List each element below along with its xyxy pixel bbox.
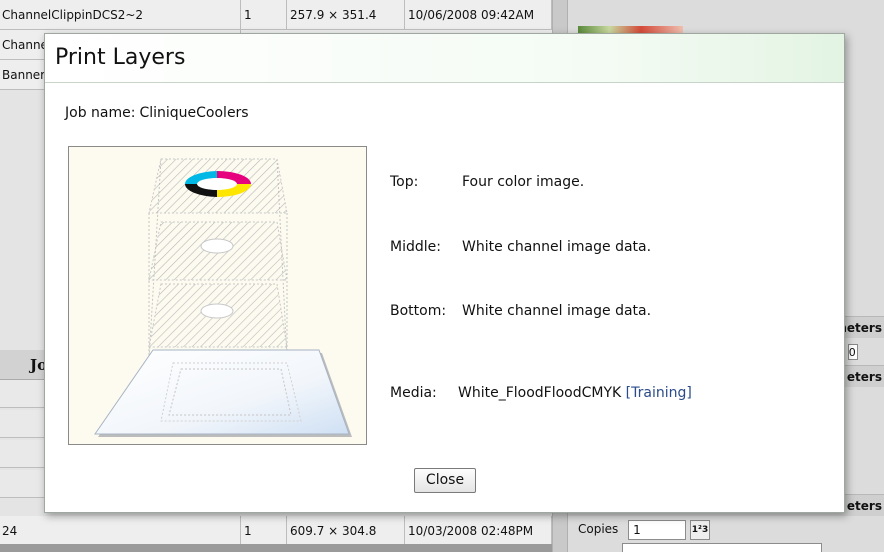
job-qty-cell: 1 <box>241 516 287 546</box>
job-size-cell: 257.9 × 351.4 <box>287 0 405 30</box>
table-row[interactable] <box>0 380 45 408</box>
horizontal-scrollbar[interactable] <box>0 544 552 552</box>
table-row[interactable] <box>0 440 45 468</box>
job-qty-cell: 1 <box>241 0 287 30</box>
123-sequence-icon[interactable]: 1²3 <box>689 519 710 540</box>
copies-input[interactable]: 1 <box>628 519 687 540</box>
job-size-cell: 609.7 × 304.8 <box>287 516 405 546</box>
middle-layer-info: Middle: White channel image data. <box>390 239 651 255</box>
print-layers-dialog: Print Layers Job name: CliniqueCoolers T… <box>44 33 845 513</box>
bottom-layer-value: White channel image data. <box>462 303 652 319</box>
job-name-cell: ChannelClippinDCS2~2 <box>0 0 241 30</box>
media-sheet <box>94 349 352 437</box>
job-name-label: Job name: <box>65 105 136 121</box>
bottom-layer-info: Bottom: White channel image data. <box>390 303 651 319</box>
bottom-layer-label: Bottom: <box>390 303 447 319</box>
vertical-input[interactable]: 0 <box>847 344 858 360</box>
dialog-title: Print Layers <box>55 45 186 70</box>
media-label: Media: <box>390 385 437 401</box>
media-info: Media: White_FloodFloodCMYK [Training] <box>390 385 692 401</box>
copies-label: Copies <box>578 522 619 536</box>
job-name-row: Job name: CliniqueCoolers <box>65 105 249 121</box>
cmyk-ring-icon <box>184 171 251 197</box>
top-layer-label: Top: <box>390 174 419 190</box>
dropdown[interactable] <box>622 543 822 552</box>
middle-layer <box>148 221 288 281</box>
column-header[interactable]: Jo <box>0 350 45 380</box>
job-name-value: CliniqueCoolers <box>139 105 249 121</box>
job-name-cell: 24 <box>0 516 241 546</box>
media-extra: [Training] <box>625 385 692 401</box>
layer-stack-illustration <box>68 146 367 445</box>
job-date-cell: 10/03/2008 02:48PM <box>405 516 552 546</box>
table-row[interactable]: ChannelClippinDCS2~2 1 257.9 × 351.4 10/… <box>0 0 552 30</box>
middle-layer-label: Middle: <box>390 239 441 255</box>
table-row[interactable]: 24 1 609.7 × 304.8 10/03/2008 02:48PM <box>0 516 552 546</box>
middle-layer-value: White channel image data. <box>462 239 652 255</box>
top-layer-info: Top: Four color image. <box>390 174 584 190</box>
media-value: White_FloodFloodCMYK <box>458 385 622 401</box>
close-button[interactable]: Close <box>414 468 476 493</box>
job-date-cell: 10/06/2008 09:42AM <box>405 0 552 30</box>
copies-field: Copies 1 1²3 <box>578 518 710 540</box>
table-row[interactable] <box>0 410 45 438</box>
top-layer-value: Four color image. <box>462 174 585 190</box>
table-row[interactable] <box>0 470 45 498</box>
bottom-layer <box>148 283 288 348</box>
